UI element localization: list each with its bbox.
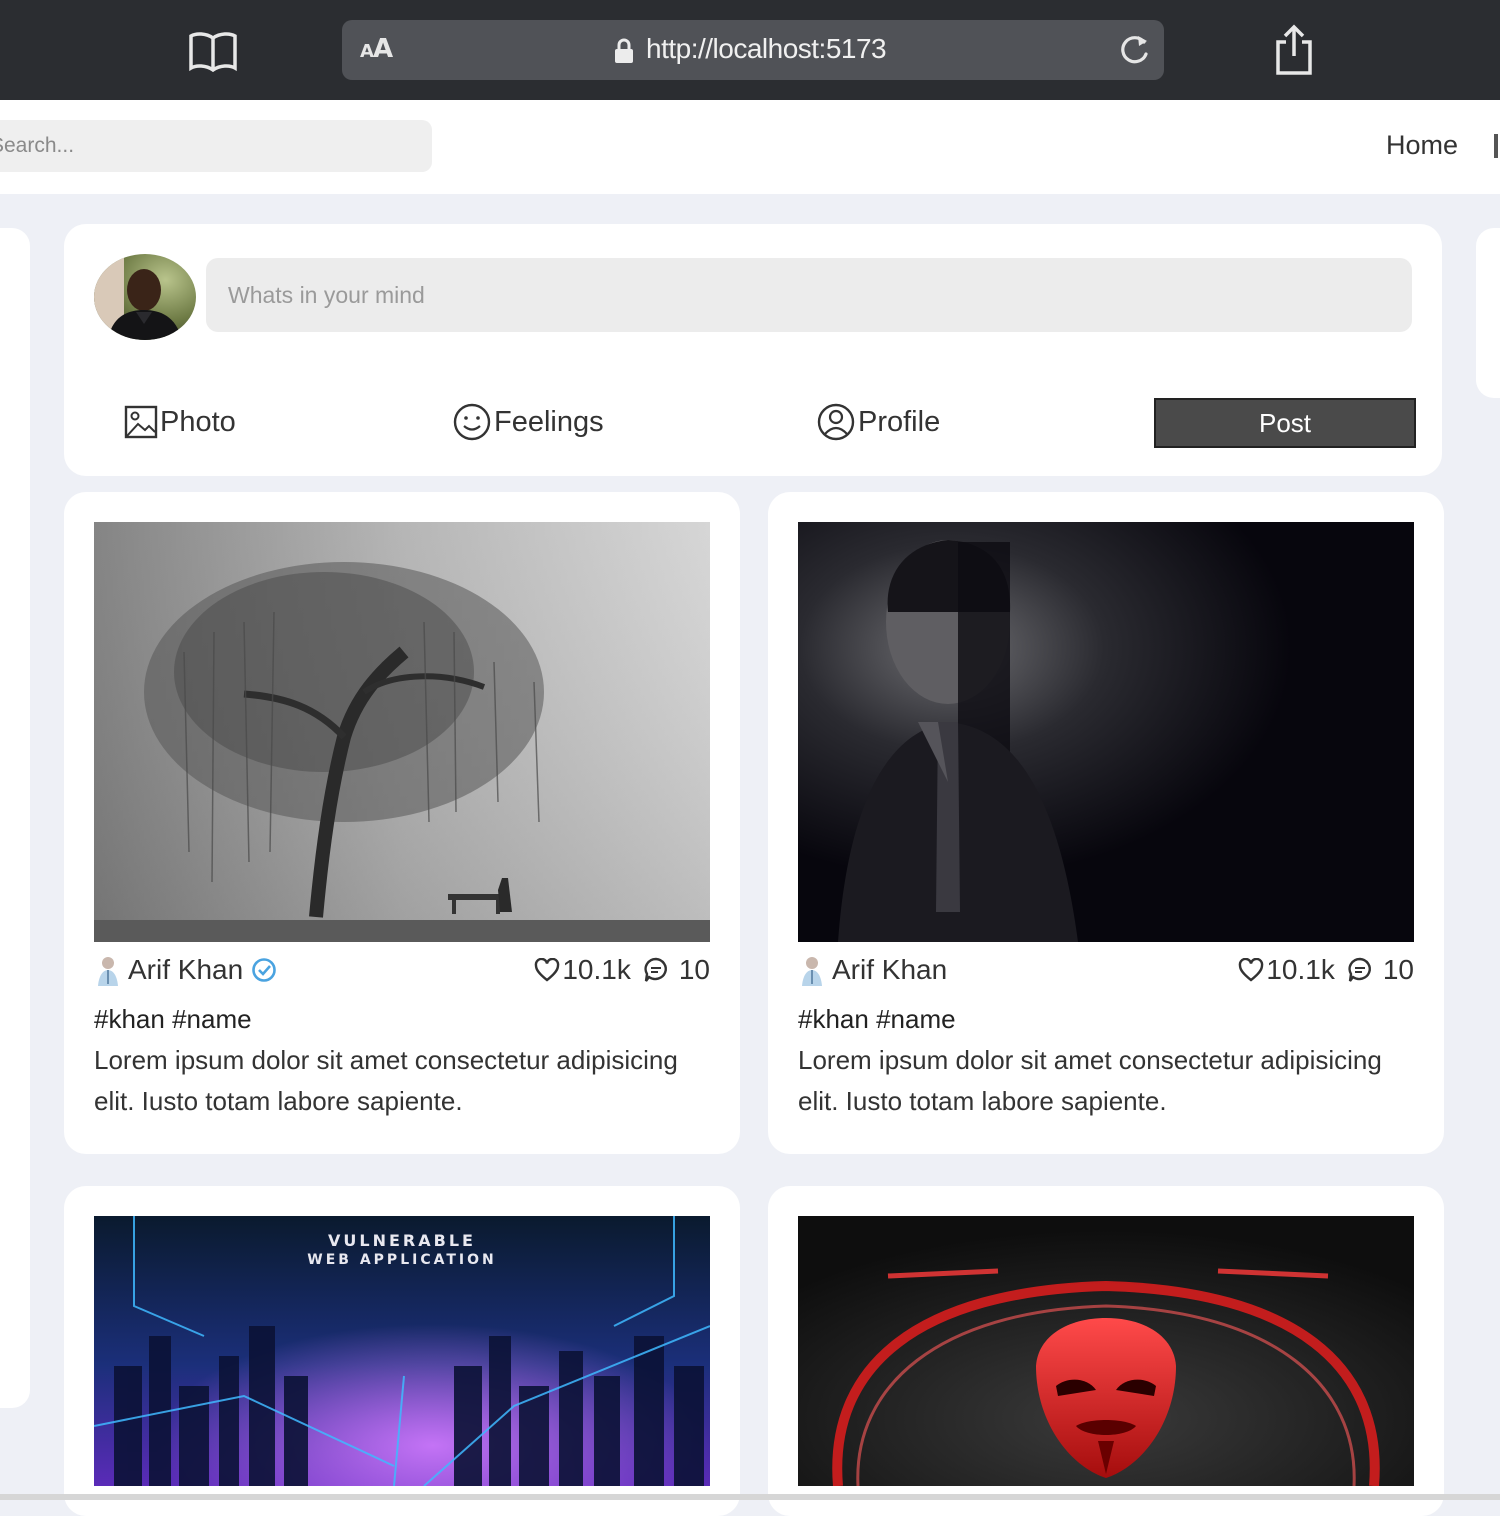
post-card <box>768 1186 1444 1516</box>
author-avatar-icon <box>802 957 822 986</box>
feelings-label: Feelings <box>494 405 604 438</box>
post-caption: Lorem ipsum dolor sit amet consectetur a… <box>94 1045 678 1116</box>
right-sidebar <box>1476 228 1500 398</box>
banner-subtitle: WEB APPLICATION <box>307 1252 496 1268</box>
heart-icon[interactable] <box>534 958 560 982</box>
left-sidebar <box>0 228 30 1408</box>
post-caption: Lorem ipsum dolor sit amet consectetur a… <box>798 1045 1382 1116</box>
post-stats: 10.1k 10 <box>534 954 710 986</box>
share-icon[interactable] <box>1272 24 1316 76</box>
profile-button[interactable]: Profile <box>816 400 940 444</box>
address-bar[interactable]: AA http://localhost:5173 <box>342 20 1164 80</box>
post-card: VULNERABLE WEB APPLICATION <box>64 1186 740 1516</box>
reload-icon[interactable] <box>1116 32 1152 68</box>
photo-button[interactable]: Photo <box>124 400 236 444</box>
site-header: Home <box>0 100 1500 194</box>
post-stats: 10.1k 10 <box>1238 954 1414 986</box>
smiley-icon <box>453 403 491 441</box>
nav-next-link[interactable] <box>1494 134 1498 158</box>
like-count: 10.1k <box>562 954 631 985</box>
banner-title: VULNERABLE <box>328 1231 476 1250</box>
author-name: Arif Khan <box>832 954 948 985</box>
post-tags[interactable]: #khan #name <box>798 1004 956 1035</box>
comment-count: 10 <box>678 954 710 985</box>
verified-badge-icon <box>252 958 276 982</box>
author-avatar-icon <box>98 957 118 986</box>
post-meta: Arif Khan 10.1k 10 <box>94 954 710 994</box>
post-image[interactable]: VULNERABLE WEB APPLICATION <box>94 1216 710 1486</box>
user-avatar[interactable] <box>94 254 196 340</box>
post-author[interactable]: Arif Khan <box>798 954 947 986</box>
post-author[interactable]: Arif Khan <box>94 954 277 986</box>
post-card: Arif Khan 10.1k 10 #khan #name Lorem ips… <box>64 492 740 1154</box>
url-text[interactable]: http://localhost:5173 <box>646 33 887 65</box>
book-icon[interactable] <box>188 30 238 72</box>
profile-label: Profile <box>858 405 941 438</box>
text-size-button[interactable]: AA <box>360 34 393 64</box>
feelings-button[interactable]: Feelings <box>452 400 604 444</box>
heart-icon[interactable] <box>1238 958 1264 982</box>
search-input[interactable] <box>0 120 432 172</box>
lock-icon <box>615 38 633 63</box>
comment-count: 10 <box>1382 954 1414 985</box>
post-tags[interactable]: #khan #name <box>94 1004 252 1035</box>
comment-icon[interactable] <box>643 957 669 983</box>
post-card: Arif Khan 10.1k 10 #khan #name Lorem ips… <box>768 492 1444 1154</box>
browser-toolbar: AA http://localhost:5173 <box>0 0 1500 100</box>
photo-label: Photo <box>160 405 236 438</box>
post-composer: Photo Feelings Profile Post <box>64 224 1442 476</box>
bottom-divider <box>0 1494 1500 1500</box>
post-image[interactable] <box>798 1216 1414 1486</box>
image-icon <box>124 405 158 439</box>
post-text-input[interactable] <box>206 258 1412 332</box>
post-meta: Arif Khan 10.1k 10 <box>798 954 1414 994</box>
post-image[interactable] <box>798 522 1414 942</box>
nav-home-link[interactable]: Home <box>1386 130 1458 161</box>
like-count: 10.1k <box>1266 954 1335 985</box>
post-button[interactable]: Post <box>1154 398 1416 448</box>
comment-icon[interactable] <box>1347 957 1373 983</box>
author-name: Arif Khan <box>128 954 244 985</box>
post-image[interactable] <box>94 522 710 942</box>
user-circle-icon <box>817 403 855 441</box>
